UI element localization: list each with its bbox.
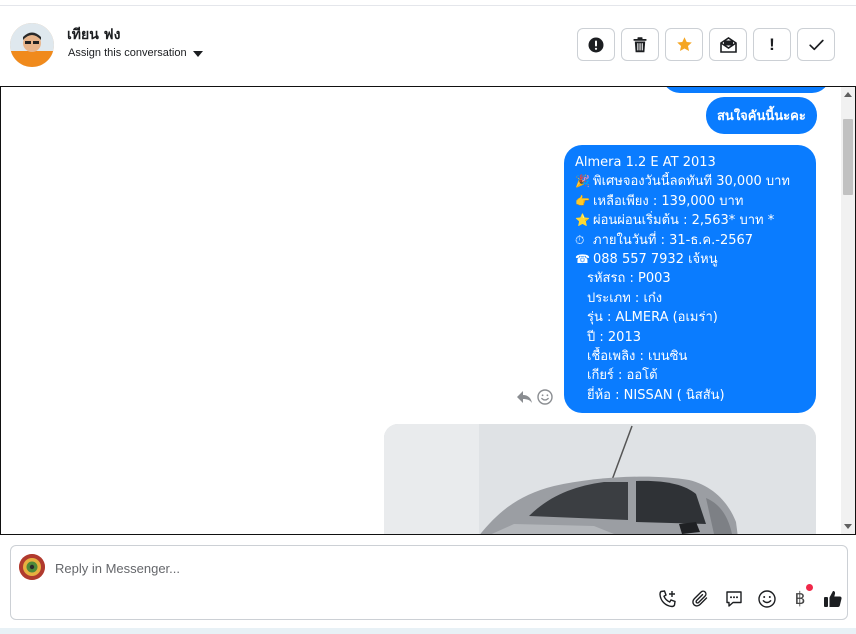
message-line: 👉 เหลือเพียง : 139,000 บาท [575,192,805,211]
saved-replies-button[interactable] [723,588,745,610]
message-hover-tools [516,389,553,405]
exclamation-icon: ! [769,34,775,54]
emoji-react-icon[interactable] [537,389,553,405]
listing-message-bubble: Almera 1.2 E AT 2013 🎉 พิเศษจองวันนี้ลดทั… [564,145,816,414]
message-line: ☎ 088 557 7932 เจ้หนู [575,250,805,269]
reply-composer: ฿ [10,545,848,620]
scrollbar-thumb[interactable] [843,119,853,195]
message-line: เกียร์ : ออโต้ [587,368,658,384]
bottom-strip [0,628,856,634]
paperclip-icon [692,590,708,607]
baht-icon: ฿ [794,589,806,609]
call-add-button[interactable] [657,588,679,610]
attach-button[interactable] [690,588,712,610]
contact-name: เทียน ฟง [67,27,121,43]
message-bubble: สนใจคันนี้นะคะ [706,97,817,134]
previous-message-bubble [662,87,830,93]
message-line: ⭐ ผ่อนผ่อนเริ่มต้น : 2,563* บาท * [575,211,805,230]
message-line: ยี่ห้อ : NISSAN ( นิสสัน) [587,387,725,403]
conversation-header: เทียน ฟง Assign this conversation ! [0,6,856,86]
composer-toolbar: ฿ [657,584,844,610]
message-line: ปี : 2013 [587,329,641,345]
conversation-actions: ! [577,28,835,61]
contact-avatar[interactable] [10,23,54,67]
page-avatar [19,554,45,580]
message-line: รุ่น : ALMERA (อเมร่า) [587,310,718,326]
message-line: ⏱ ภายในวันที่ : 31-ธ.ค.-2567 [575,231,805,250]
reply-arrow-icon[interactable] [516,390,533,404]
mark-done-button[interactable] [797,28,835,61]
chat-bubble-icon [726,591,742,607]
scroll-up-arrow-icon[interactable] [844,92,852,97]
envelope-icon [719,36,737,53]
caret-down-icon [192,50,203,57]
like-button[interactable] [822,588,844,610]
scroll-down-arrow-icon[interactable] [844,524,852,529]
assign-conversation-dropdown[interactable]: Assign this conversation [68,47,203,59]
follow-up-button[interactable]: ! [753,28,791,61]
payment-button[interactable]: ฿ [789,584,813,610]
trash-icon [633,36,647,52]
message-line: Almera 1.2 E AT 2013 [575,155,716,170]
timer-icon: ⏱ [575,232,585,247]
check-icon [808,39,824,50]
phone-icon: ☎ [575,251,590,266]
notification-dot [806,584,813,591]
pointing-hand-icon: 👉 [575,193,590,208]
star-button[interactable] [665,28,703,61]
party-popper-icon: 🎉 [575,174,590,189]
message-line: รหัสรถ : P003 [587,271,671,287]
star-icon: ⭐ [575,213,590,228]
star-icon [676,37,692,52]
thumbs-up-icon [824,591,842,607]
car-photo[interactable] [384,424,816,534]
reply-input[interactable] [55,558,655,578]
message-line: เชื้อเพลิง : เบนซิน [587,348,688,364]
message-line: 🎉 พิเศษจองวันนี้ลดทันที 30,000 บาท [575,172,805,191]
exclamation-circle-icon [588,37,604,52]
spam-alert-button[interactable] [577,28,615,61]
emoji-button[interactable] [756,588,778,610]
delete-button[interactable] [621,28,659,61]
mark-unread-button[interactable] [709,28,747,61]
phone-plus-icon [659,590,676,608]
scrollbar[interactable] [841,87,855,534]
message-thread[interactable]: สนใจคันนี้นะคะ Almera 1.2 E AT 2013 🎉 พิเ… [0,86,856,535]
smiley-icon [758,590,776,608]
assign-label: Assign this conversation [68,47,187,59]
message-line: ประเภท : เก๋ง [587,290,663,306]
